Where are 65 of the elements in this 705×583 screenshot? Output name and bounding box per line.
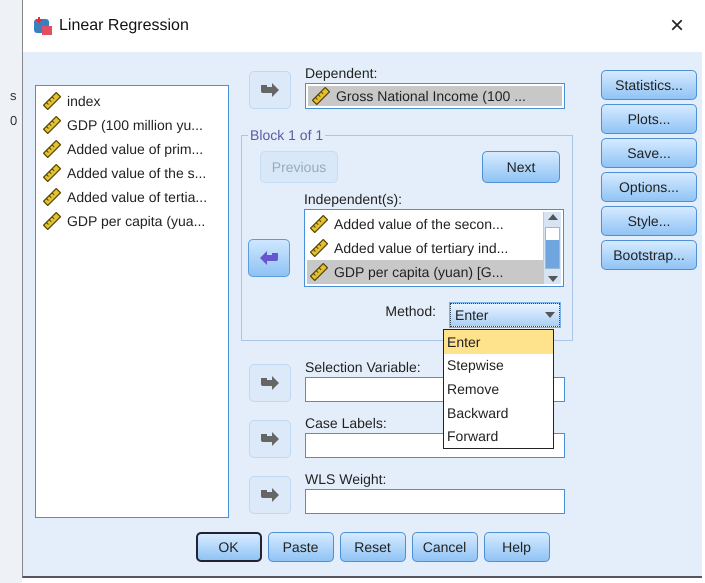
dialog-button[interactable]: Bootstrap... <box>601 240 697 270</box>
ruler-icon <box>310 263 328 281</box>
dialog-button[interactable]: Plots... <box>601 104 697 134</box>
variable-item[interactable]: GDP per capita (yua... <box>40 209 224 233</box>
variable-item[interactable]: Added value of tertia... <box>40 185 224 209</box>
variable-item[interactable]: Added value of prim... <box>40 137 224 161</box>
scroll-up-icon[interactable] <box>548 214 558 220</box>
variable-label: GDP per capita (yua... <box>67 213 206 229</box>
dialog-button[interactable]: Help <box>484 532 550 562</box>
input-field[interactable] <box>305 489 565 514</box>
next-button[interactable]: Next <box>482 151 560 183</box>
move-right-button[interactable] <box>249 364 291 402</box>
variable-item[interactable]: Added value of the s... <box>40 161 224 185</box>
move-right-button[interactable] <box>249 420 291 458</box>
variable-item[interactable]: GDP per capita (yuan) [G... <box>307 260 543 284</box>
variable-item[interactable]: GDP (100 million yu... <box>40 113 224 137</box>
right-arrow-icon <box>260 487 280 503</box>
scrollbar[interactable] <box>543 212 561 284</box>
scroll-down-icon[interactable] <box>548 276 558 282</box>
background-cell-text: 0 <box>9 113 18 128</box>
move-right-button[interactable] <box>249 476 291 514</box>
window-title: Linear Regression <box>59 17 190 35</box>
close-button[interactable]: × <box>662 12 692 40</box>
method-dropdown[interactable]: Enter <box>450 303 560 327</box>
background-cell-text: s <box>9 88 18 103</box>
dependent-value: Gross National Income (100 ... <box>336 88 526 104</box>
dialog-button[interactable]: Statistics... <box>601 70 697 100</box>
dialog-button[interactable]: Save... <box>601 138 697 168</box>
variable-label: Added value of prim... <box>67 141 204 157</box>
dialog-button[interactable]: OK <box>196 532 262 562</box>
variable-label: index <box>67 93 100 109</box>
dependent-field[interactable]: Gross National Income (100 ... <box>305 83 565 109</box>
variable-label: GDP per capita (yuan) [G... <box>334 264 504 280</box>
dialog-button[interactable]: Style... <box>601 206 697 236</box>
variable-item[interactable]: Added value of the secon... <box>307 212 543 236</box>
variable-label: Added value of the secon... <box>334 216 504 232</box>
scroll-thumb[interactable] <box>545 227 560 269</box>
right-arrow-icon <box>260 431 280 447</box>
variable-item[interactable]: Added value of tertiary ind... <box>307 236 543 260</box>
caret-icon <box>545 312 555 318</box>
move-left-button[interactable] <box>248 239 290 277</box>
method-option[interactable]: Enter <box>444 330 553 354</box>
independents-list[interactable]: Added value of the secon... Added value of tertiary ind... GDP per capita (yuan) [G... <box>304 209 564 287</box>
dialog-button[interactable]: Reset <box>340 532 406 562</box>
variable-label: Added value of tertiary ind... <box>334 240 508 256</box>
variable-list[interactable]: index GDP (100 million yu... Added value of prim... Added value of the s... Added value of tertia... GDP per capita (yua... <box>35 85 229 518</box>
block-title: Block 1 of 1 <box>249 127 324 143</box>
left-arrow-icon <box>259 250 279 266</box>
dependent-label: Dependent: <box>305 65 378 81</box>
method-label: Method: <box>385 303 436 319</box>
app-icon <box>33 16 53 36</box>
dialog-button[interactable]: Cancel <box>412 532 478 562</box>
dialog-button[interactable]: Paste <box>268 532 334 562</box>
variable-item[interactable]: index <box>40 89 224 113</box>
variable-label: GDP (100 million yu... <box>67 117 203 133</box>
field-label: Selection Variable: <box>305 359 421 375</box>
field-label: WLS Weight: <box>305 471 386 487</box>
independents-label: Independent(s): <box>304 191 402 207</box>
right-arrow-icon <box>260 82 280 98</box>
field-label: Case Labels: <box>305 415 387 431</box>
dialog-button[interactable]: Options... <box>601 172 697 202</box>
variable-label: Added value of tertia... <box>67 189 208 205</box>
move-right-button[interactable] <box>249 71 291 109</box>
right-arrow-icon <box>260 375 280 391</box>
variable-label: Added value of the s... <box>67 165 206 181</box>
